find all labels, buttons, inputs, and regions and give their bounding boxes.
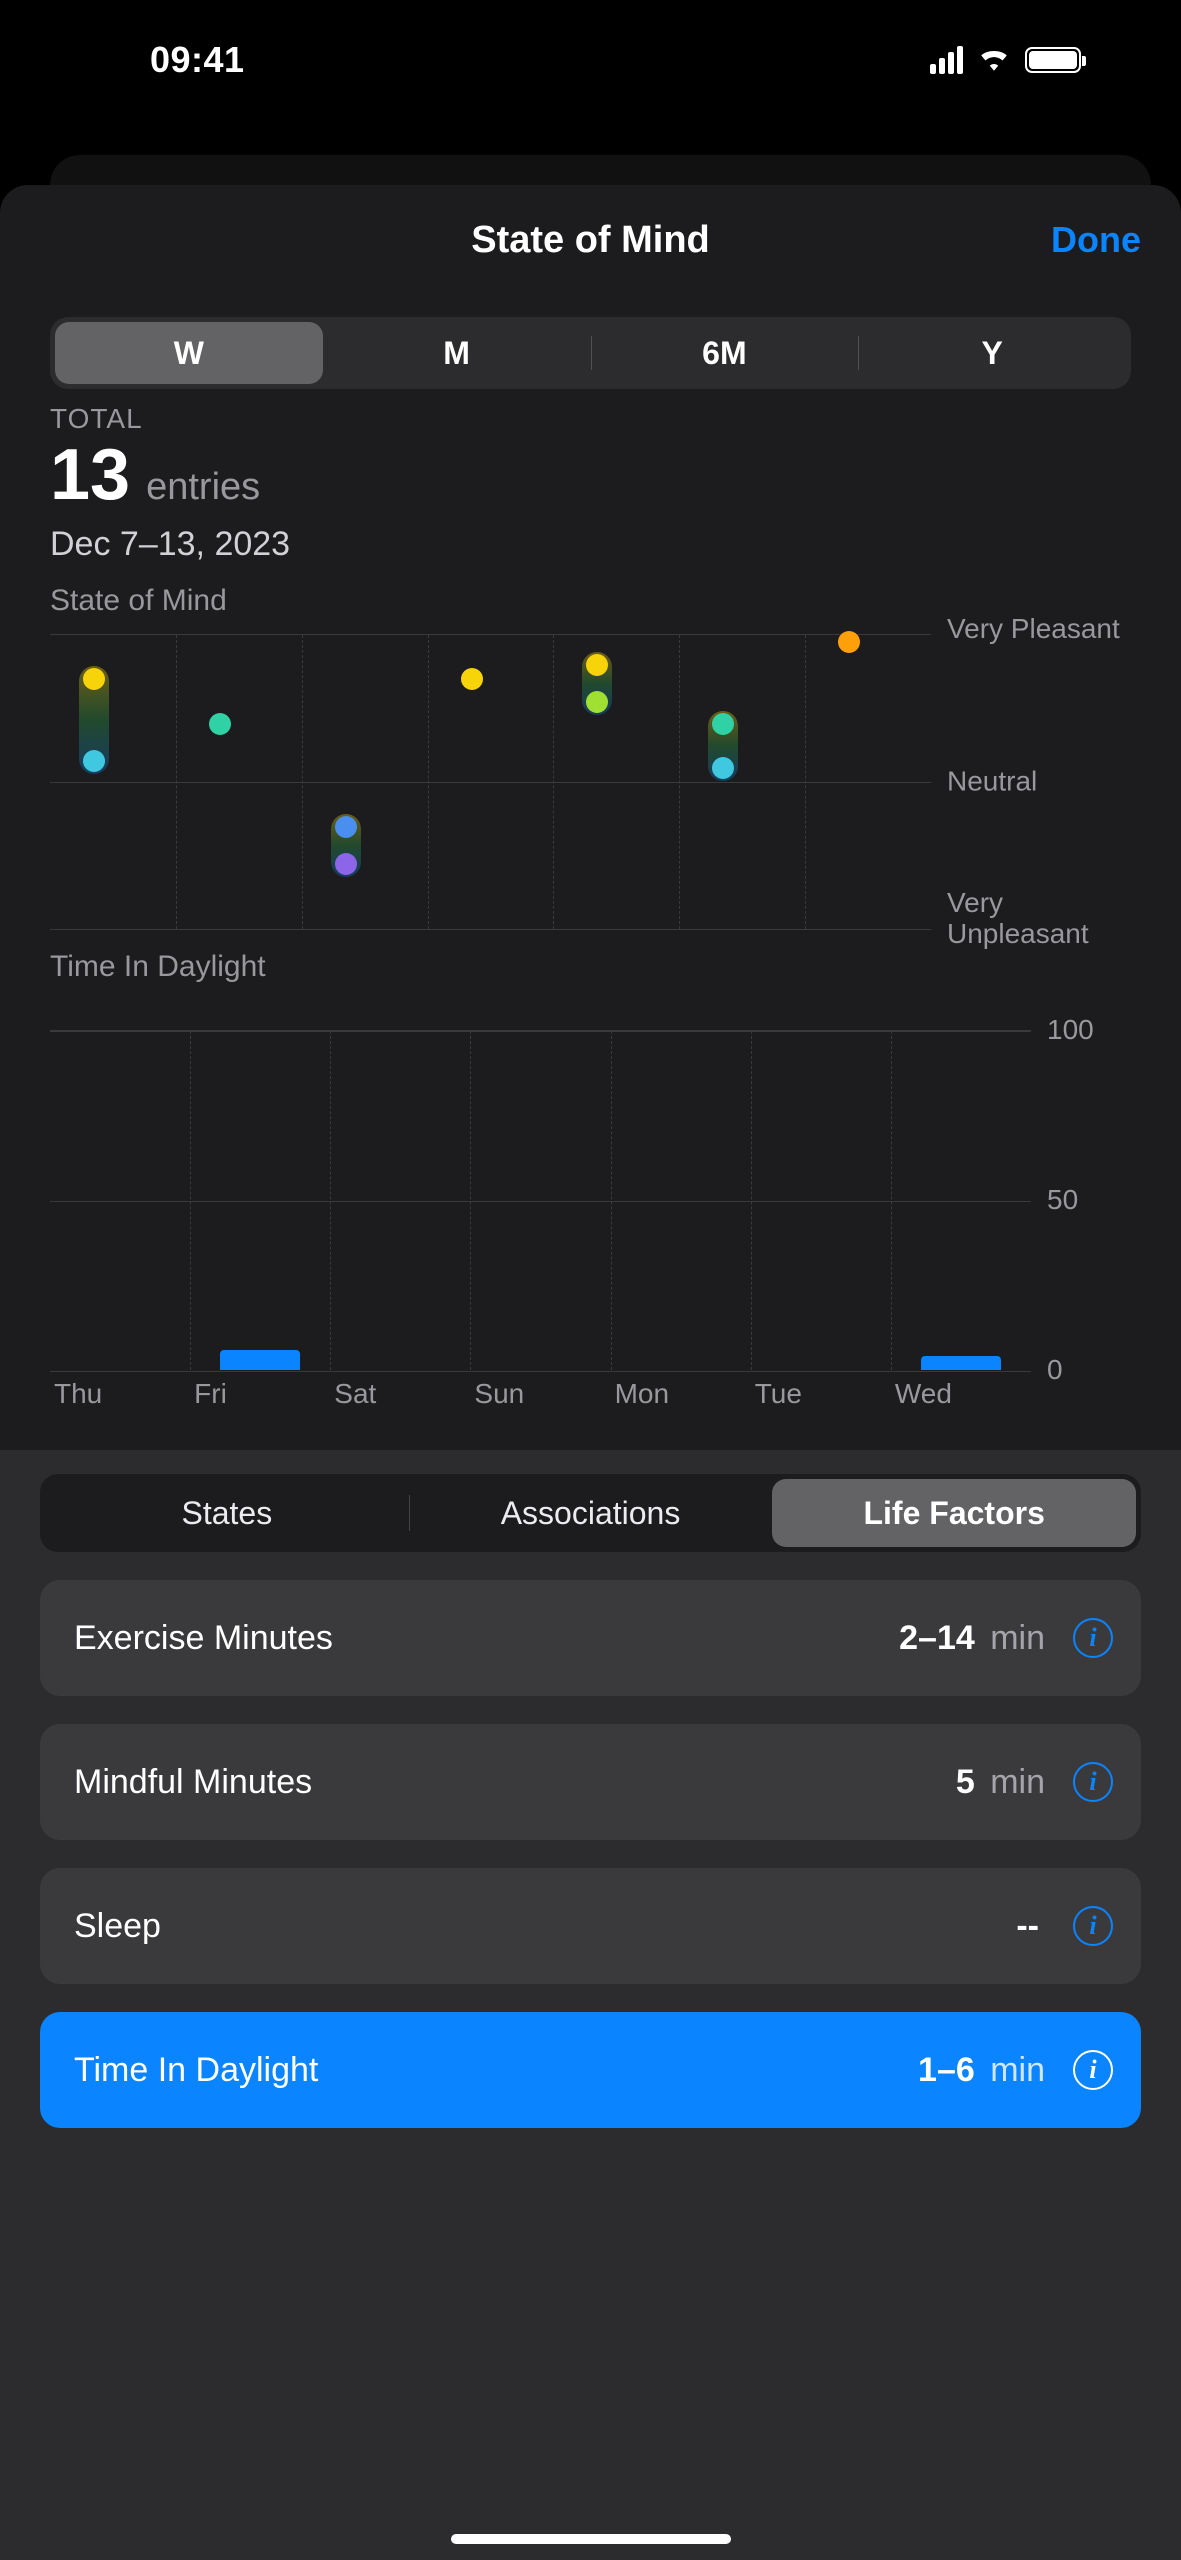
factor-time-in-daylight[interactable]: Time In Daylight 1–6 min i [40, 2012, 1141, 2128]
mood-point [335, 816, 357, 838]
mood-y-axis: Very Pleasant Neutral Very Unpleasant [931, 634, 1131, 930]
factor-value: 5 min [956, 1763, 1045, 1802]
mood-point [712, 713, 734, 735]
info-icon[interactable]: i [1073, 2050, 1113, 2090]
day-label: Tue [751, 1378, 891, 1410]
cellular-icon [930, 46, 963, 74]
day-label: Thu [50, 1378, 190, 1410]
day-label: Fri [190, 1378, 330, 1410]
daylight-chart[interactable] [50, 1030, 1031, 1370]
category-segmented[interactable]: StatesAssociationsLife Factors [40, 1474, 1141, 1552]
wifi-icon [977, 45, 1011, 76]
factor-list: Exercise Minutes2–14 miniMindful Minutes… [40, 1580, 1141, 2128]
y-label-bot: Very Unpleasant [947, 888, 1131, 950]
mood-point [712, 757, 734, 779]
status-time: 09:41 [150, 39, 245, 81]
total-count: 13 [50, 439, 130, 511]
tab-life-factors[interactable]: Life Factors [772, 1479, 1136, 1547]
mood-point [461, 668, 483, 690]
daylight-chart-title: Time In Daylight [50, 950, 1131, 984]
mood-chart[interactable] [50, 634, 931, 930]
y-label-top: Very Pleasant [947, 614, 1120, 645]
mood-point [586, 654, 608, 676]
y-tick: 50 [1047, 1184, 1078, 1216]
battery-icon [1025, 47, 1081, 73]
factor-value: -- [1016, 1907, 1045, 1946]
daylight-y-axis: 100500 [1031, 1030, 1131, 1370]
total-unit: entries [146, 466, 260, 509]
bottom-panel: StatesAssociationsLife Factors Exercise … [0, 1450, 1181, 2560]
time-range-Y[interactable]: Y [858, 322, 1126, 384]
day-label: Sun [470, 1378, 610, 1410]
status-icons [930, 45, 1081, 76]
info-icon[interactable]: i [1073, 1906, 1113, 1946]
factor-exercise-minutes[interactable]: Exercise Minutes 2–14 min i [40, 1580, 1141, 1696]
nav-bar: State of Mind Done [0, 185, 1181, 295]
mood-point [209, 713, 231, 735]
factor-value: 1–6 min [918, 2051, 1045, 2090]
day-label: Mon [611, 1378, 751, 1410]
info-icon[interactable]: i [1073, 1762, 1113, 1802]
modal-sheet: State of Mind Done WM6MY TOTAL 13 entrie… [0, 185, 1181, 2560]
tab-associations[interactable]: Associations [409, 1479, 773, 1547]
summary-block: TOTAL 13 entries Dec 7–13, 2023 [0, 389, 1181, 564]
mood-point [838, 631, 860, 653]
page-title: State of Mind [471, 219, 710, 262]
daylight-bar [921, 1356, 1001, 1370]
x-axis-labels: ThuFriSatSunMonTueWed [0, 1370, 1181, 1410]
mood-point [83, 668, 105, 690]
total-label: TOTAL [50, 403, 1131, 435]
time-range-W[interactable]: W [55, 322, 323, 384]
factor-label: Time In Daylight [74, 2051, 902, 2090]
factor-mindful-minutes[interactable]: Mindful Minutes 5 min i [40, 1724, 1141, 1840]
y-label-mid: Neutral [947, 767, 1037, 798]
done-button[interactable]: Done [1051, 219, 1141, 261]
factor-label: Exercise Minutes [74, 1619, 883, 1658]
time-range-M[interactable]: M [323, 322, 591, 384]
daylight-bar [220, 1350, 300, 1370]
factor-value: 2–14 min [899, 1619, 1045, 1658]
tab-states[interactable]: States [45, 1479, 409, 1547]
time-range-6M[interactable]: 6M [591, 322, 859, 384]
time-range-segmented[interactable]: WM6MY [50, 317, 1131, 389]
day-label: Sat [330, 1378, 470, 1410]
factor-label: Sleep [74, 1907, 1000, 1946]
home-indicator[interactable] [451, 2534, 731, 2544]
mood-point [586, 691, 608, 713]
mood-point [335, 853, 357, 875]
factor-label: Mindful Minutes [74, 1763, 940, 1802]
y-tick: 0 [1047, 1354, 1063, 1386]
factor-sleep[interactable]: Sleep -- i [40, 1868, 1141, 1984]
y-tick: 100 [1047, 1014, 1094, 1046]
status-bar: 09:41 [0, 0, 1181, 120]
day-label: Wed [891, 1378, 1031, 1410]
date-range: Dec 7–13, 2023 [50, 525, 1131, 564]
daylight-chart-block: Time In Daylight 100500 [0, 930, 1181, 1370]
info-icon[interactable]: i [1073, 1618, 1113, 1658]
mood-chart-block: State of Mind Very Pleasant Neutral Very… [0, 564, 1181, 930]
mood-point [83, 750, 105, 772]
